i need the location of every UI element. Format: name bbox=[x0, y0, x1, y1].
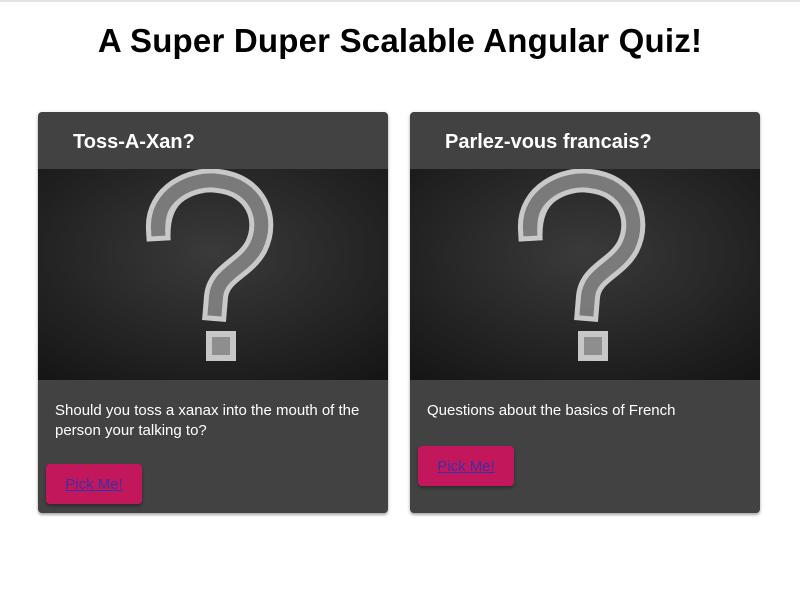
pick-me-button-label[interactable]: Pick Me! bbox=[437, 458, 495, 475]
page-title: A Super Duper Scalable Angular Quiz! bbox=[97, 22, 703, 59]
quiz-card-description: Questions about the basics of French bbox=[427, 402, 676, 419]
question-mark-chalkboard-icon bbox=[38, 169, 388, 380]
pick-me-button[interactable]: Pick Me! bbox=[46, 464, 142, 504]
quiz-card: Parlez-vous francais? Questions about th… bbox=[410, 112, 760, 513]
quiz-card-description: Should you toss a xanax into the mouth o… bbox=[55, 402, 360, 439]
question-mark-chalkboard-icon bbox=[410, 169, 760, 380]
quiz-card-title: Toss-A-Xan? bbox=[73, 131, 195, 153]
top-divider bbox=[0, 0, 800, 2]
quiz-card: Toss-A-Xan? Should you toss a xanax into… bbox=[38, 112, 388, 513]
quiz-card-title: Parlez-vous francais? bbox=[445, 131, 652, 153]
pick-me-button[interactable]: Pick Me! bbox=[418, 446, 514, 486]
pick-me-button-label[interactable]: Pick Me! bbox=[65, 476, 123, 493]
